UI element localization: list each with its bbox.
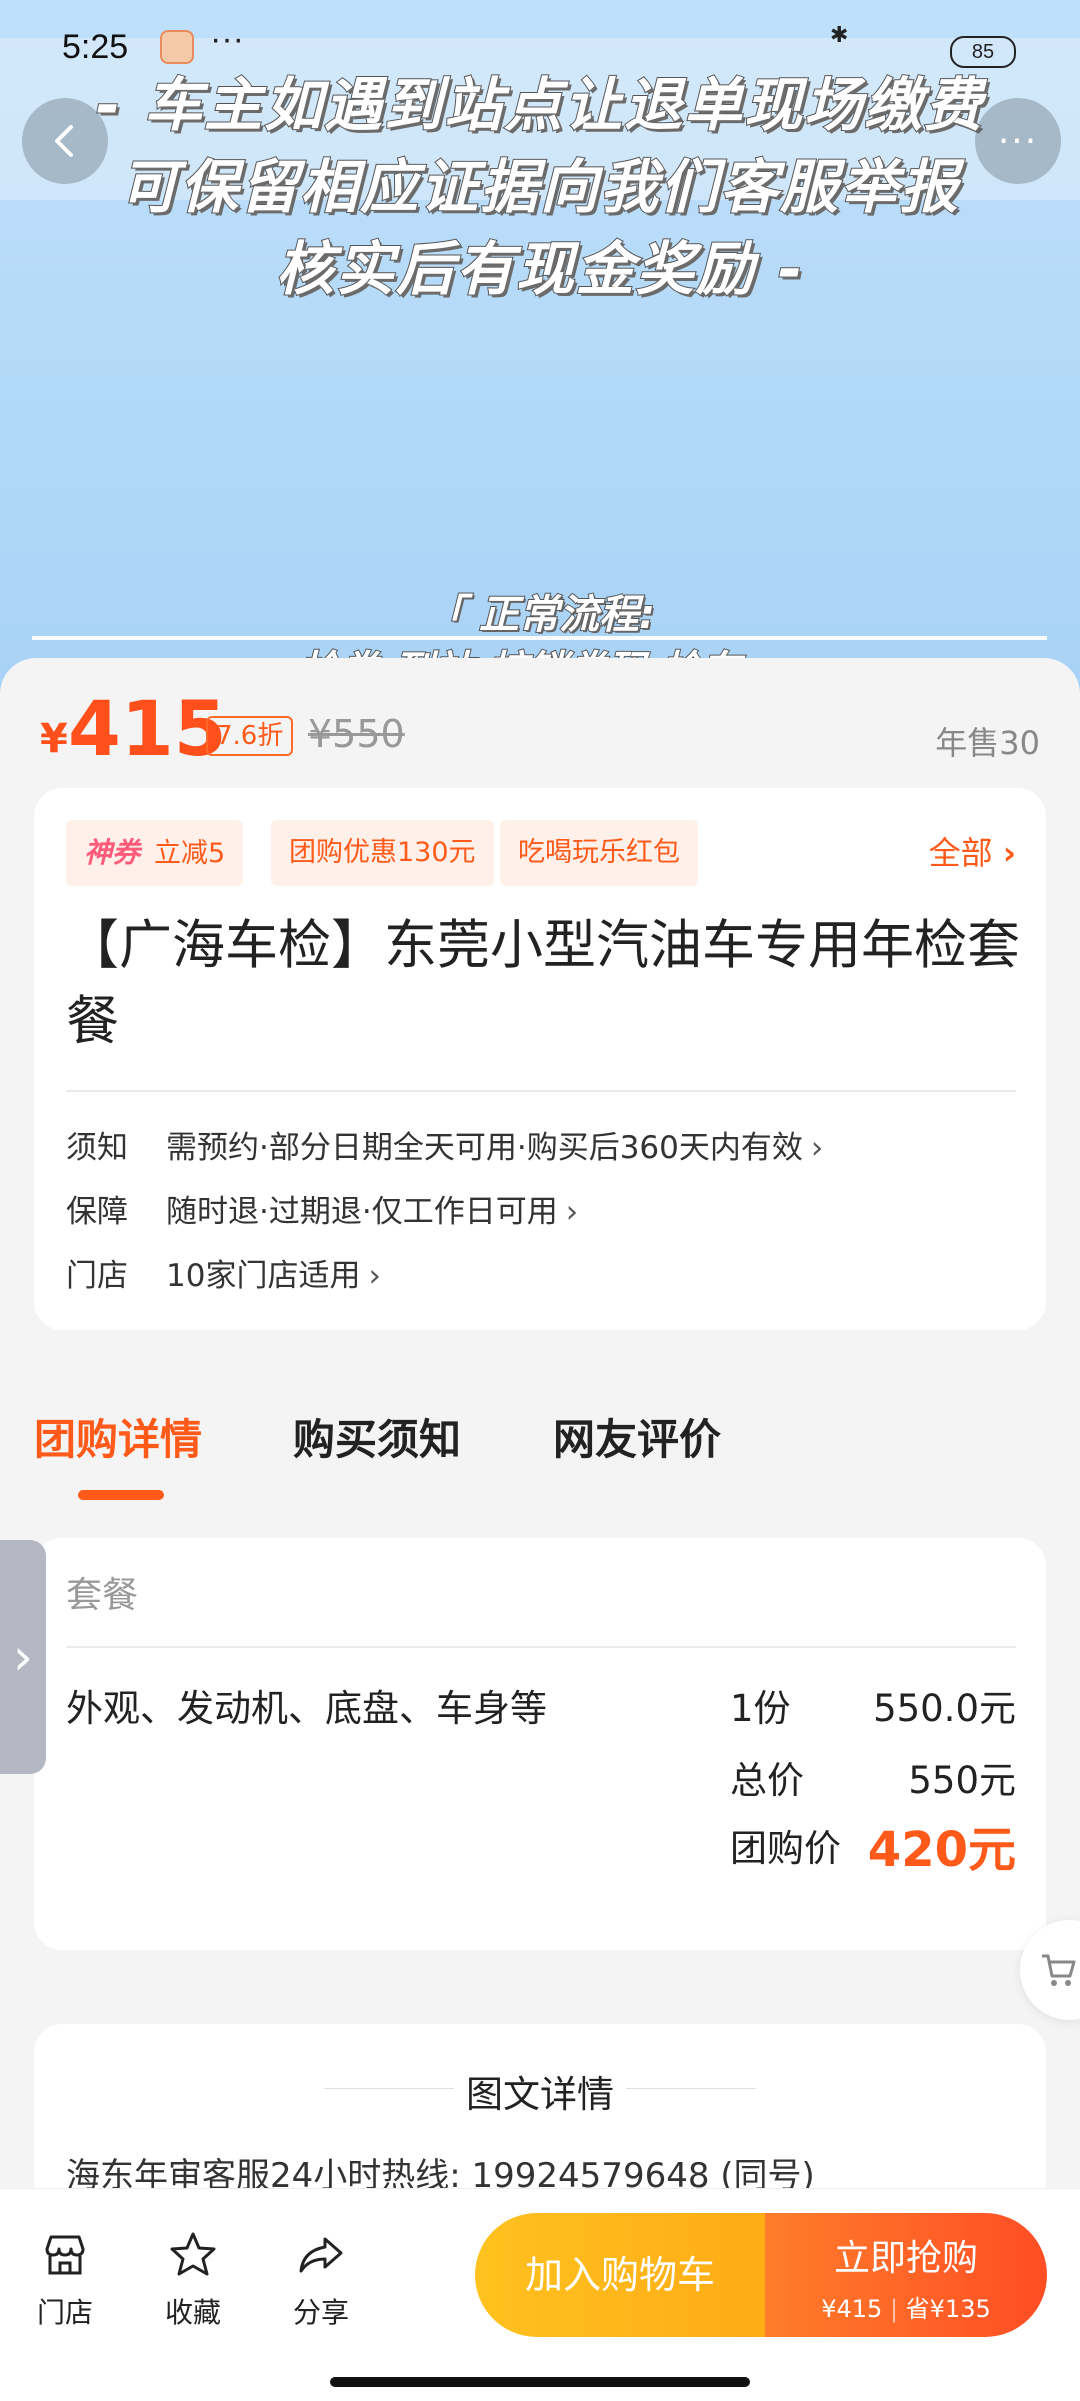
info-key: 门店 <box>66 1258 128 1294</box>
share-label: 分享 <box>292 2296 349 2329</box>
tag-group-discount[interactable]: 团购优惠130元 <box>271 820 494 886</box>
buy-now-label: 立即抢购 <box>833 2238 978 2279</box>
package-header: 套餐 <box>66 1575 139 1616</box>
total-label: 总价 <box>730 1759 804 1802</box>
coupon-tags: 神券 立减5 团购优惠130元 吃喝玩乐红包 全部 › <box>66 820 1016 888</box>
info-row-notice[interactable]: 须知 需预约·部分日期全天可用·购买后360天内有效 › <box>66 1116 1016 1180</box>
price-currency: ¥ <box>40 716 68 762</box>
favorite-label: 收藏 <box>164 2296 221 2329</box>
tag-special-coupon[interactable]: 神券 立减5 <box>66 820 244 886</box>
special-coupon-text: 立减5 <box>154 838 226 869</box>
store-label: 门店 <box>36 2296 93 2329</box>
bottom-action-bar: 门店 收藏 分享 加入购物车 立即抢购 ¥415 | 省¥135 <box>0 2188 1080 2401</box>
favorite-button[interactable]: 收藏 <box>148 2227 238 2331</box>
detail-title: 图文详情 <box>466 2073 614 2116</box>
hero-overlay-line3: 核实后有现金奖励 - <box>275 234 805 304</box>
group-price-label: 团购价 <box>730 1827 841 1870</box>
hero-banner: 5:25 ··· ✱ 85 - 车主如遇到站点让退单现场缴费 可保留相应证据向我… <box>0 0 1080 700</box>
all-coupons-label: 全部 <box>928 834 993 872</box>
info-value: 10家门店适用 <box>166 1258 361 1294</box>
back-button[interactable] <box>22 98 108 184</box>
hero-overlay-line2: 可保留相应证据向我们客服举报 <box>119 152 960 222</box>
status-bar: 5:25 ··· ✱ 85 <box>0 0 1080 68</box>
group-price-value: 420元 <box>867 1822 1016 1878</box>
buy-now-price: ¥415 | 省¥135 <box>765 2289 1047 2324</box>
original-price: ¥550 <box>308 712 405 756</box>
package-item: 外观、发动机、底盘、车身等 <box>66 1687 547 1730</box>
store-icon <box>45 2235 85 2275</box>
bluetooth-icon: ✱ <box>830 22 849 47</box>
side-drawer-handle[interactable]: › <box>0 1540 46 1774</box>
star-icon <box>170 2232 216 2276</box>
divider <box>626 2088 756 2089</box>
info-row-guarantee[interactable]: 保障 随时退·过期退·仅工作日可用 › <box>66 1180 1016 1244</box>
buy-save: 省¥135 <box>905 2295 991 2323</box>
add-to-cart-button[interactable]: 加入购物车 <box>475 2213 765 2337</box>
info-value: 需预约·部分日期全天可用·购买后360天内有效 <box>166 1130 803 1166</box>
store-button[interactable]: 门店 <box>20 2227 110 2331</box>
buy-now-button[interactable]: 立即抢购 ¥415 | 省¥135 <box>765 2213 1047 2337</box>
annual-sales: 年售30 <box>935 724 1040 762</box>
info-row-stores[interactable]: 门店 10家门店适用 › <box>66 1244 1016 1308</box>
info-value: 随时退·过期退·仅工作日可用 <box>166 1194 558 1230</box>
tab-reviews[interactable]: 网友评价 <box>553 1406 721 1467</box>
chevron-right-icon: › <box>368 1258 381 1294</box>
chevron-right-icon: › <box>13 1628 33 1686</box>
share-button[interactable]: 分享 <box>276 2227 366 2331</box>
all-coupons-link[interactable]: 全部 › <box>929 820 1016 886</box>
chevron-right-icon: › <box>810 1130 824 1166</box>
share-icon <box>299 2237 343 2273</box>
info-card: 神券 立减5 团购优惠130元 吃喝玩乐红包 全部 › 【广海车检】东莞小型汽油车… <box>34 788 1046 1330</box>
product-sheet: ¥ 415 7.6折 ¥550 年售30 神券 立减5 团购优惠130元 吃喝玩乐… <box>0 658 1080 2400</box>
cart-icon <box>1042 1954 1076 1986</box>
home-indicator[interactable] <box>330 2377 750 2387</box>
divider <box>66 1090 1016 1092</box>
current-price: 415 <box>68 684 227 773</box>
package-price: 550.0元 <box>873 1687 1016 1730</box>
status-more-dots: ··· <box>210 20 244 58</box>
price-row: ¥ 415 7.6折 ¥550 年售30 <box>40 674 1040 774</box>
info-key: 须知 <box>66 1130 128 1166</box>
divider <box>66 1646 1016 1648</box>
more-button[interactable]: ··· <box>975 98 1061 184</box>
package-card: 套餐 外观、发动机、底盘、车身等 1份 550.0元 总价 550元 团购价 4… <box>34 1538 1046 1950</box>
hero-flow-label: 「 正常流程: <box>424 591 656 639</box>
detail-tabs: 团购详情 购买须知 网友评价 <box>34 1406 1034 1506</box>
active-tab-indicator <box>78 1490 164 1500</box>
separator: | <box>889 2295 906 2323</box>
buy-price: ¥415 <box>821 2295 883 2323</box>
special-coupon-label: 神券 <box>84 836 141 869</box>
tag-red-packet[interactable]: 吃喝玩乐红包 <box>500 820 698 886</box>
chevron-right-icon: › <box>565 1194 579 1230</box>
more-dots-icon: ··· <box>997 120 1039 162</box>
info-rows: 须知 需预约·部分日期全天可用·购买后360天内有效 › 保障 随时退·过期退·仅工作… <box>66 1116 1016 1308</box>
chevron-left-icon <box>55 125 73 157</box>
total-value: 550元 <box>908 1759 1016 1802</box>
chevron-right-icon: › <box>1002 834 1016 872</box>
hero-overlay-line1: - 车主如遇到站点让退单现场缴费 <box>95 70 985 140</box>
tab-group-details[interactable]: 团购详情 <box>34 1406 202 1467</box>
info-key: 保障 <box>66 1194 128 1230</box>
package-qty: 1份 <box>730 1687 791 1730</box>
product-title: 【广海车检】东莞小型汽油车专用年检套餐 <box>66 915 1020 1052</box>
tab-purchase-notes[interactable]: 购买须知 <box>293 1406 461 1467</box>
discount-badge: 7.6折 <box>206 716 294 756</box>
